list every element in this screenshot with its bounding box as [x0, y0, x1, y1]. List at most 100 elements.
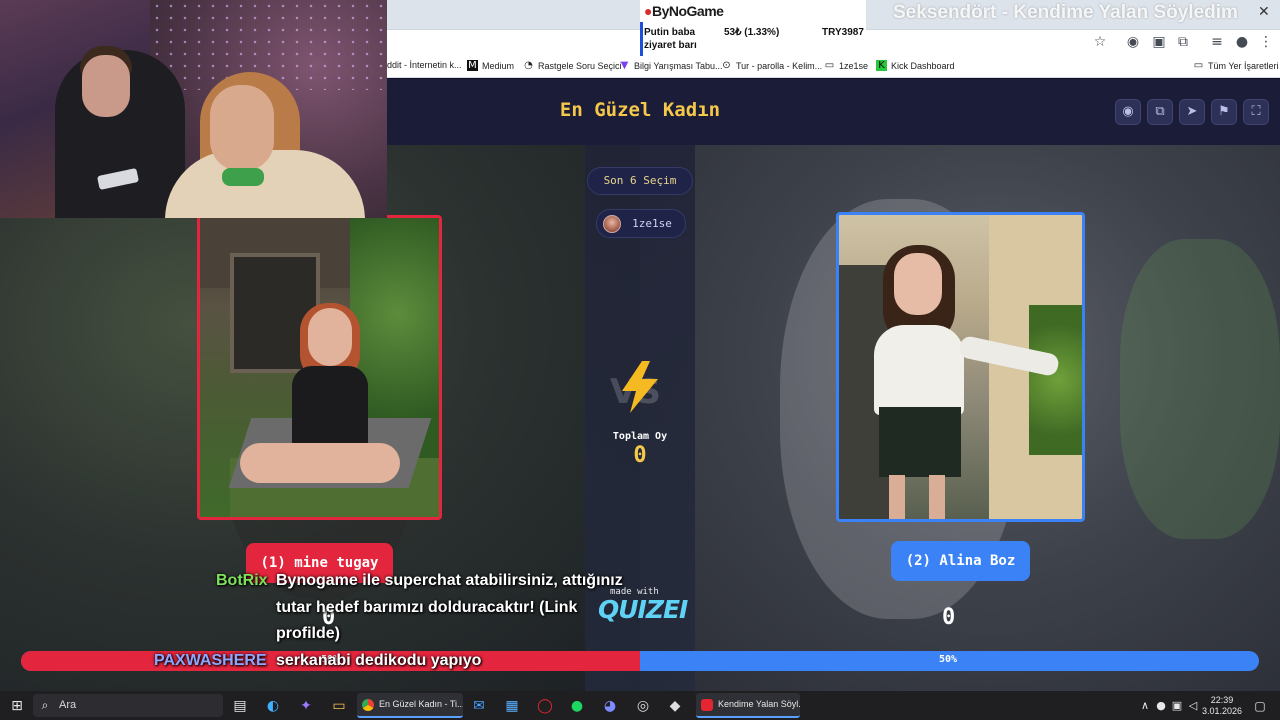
- option-1-photo[interactable]: [197, 215, 442, 520]
- chevron-up-icon[interactable]: ∧: [1138, 696, 1152, 716]
- webcam-overlay: [0, 0, 387, 218]
- obs-icon[interactable]: ◎: [634, 696, 652, 716]
- bynogame-logo-icon: ●: [644, 3, 652, 19]
- copilot-icon[interactable]: ✦: [297, 696, 315, 716]
- file-explorer-icon[interactable]: ▭: [330, 696, 348, 716]
- bookmark-label: 1ze1se: [839, 60, 869, 71]
- chat-message-line: serkanabi dedikodu yapıyo: [276, 652, 482, 669]
- task-view-icon[interactable]: ▤: [231, 696, 249, 716]
- send-icon[interactable]: ➤: [1179, 99, 1205, 125]
- store-icon[interactable]: ▦: [503, 696, 521, 716]
- discord-icon[interactable]: ◕: [601, 696, 619, 716]
- photo-legs: [240, 443, 400, 483]
- clock-date: 3.01.2026: [1201, 706, 1243, 716]
- windows-start-icon[interactable]: ⊞: [8, 696, 26, 716]
- extensions-icon[interactable]: ⧉: [1174, 33, 1192, 51]
- audio-icon[interactable]: ◉: [1124, 33, 1142, 51]
- microphone-icon[interactable]: ●: [1154, 696, 1168, 716]
- photo-face: [894, 253, 942, 315]
- taskbar-app-youtube[interactable]: Kendime Yalan Söyl...: [696, 693, 800, 718]
- bookmark-label: Medium: [482, 60, 515, 71]
- bookmark-item[interactable]: M Medium: [467, 60, 514, 71]
- eye-icon[interactable]: ◉: [1115, 99, 1141, 125]
- goal-target: TRY3987: [822, 27, 864, 38]
- taskbar: ⊞ ⌕ Ara ▤ ◐ ✦ ▭ En Güzel Kadın - Ti... ✉…: [0, 691, 1280, 720]
- bookmark-bar: ddit - İnternetin k... M Medium ◔ Rastgele…: [387, 56, 1280, 78]
- youtube-icon: [701, 699, 713, 711]
- webcam-face: [82, 55, 130, 117]
- now-playing-title: Seksendört - Kendime Yalan Söyledim: [893, 2, 1238, 23]
- star-icon[interactable]: ☆: [1091, 33, 1109, 51]
- background-shape: [1120, 239, 1280, 539]
- chat-message-line: tutar hedef barımızı dolduracaktır! (Lin…: [276, 599, 578, 616]
- bookmark-item[interactable]: ◔ Rastgele Soru Seçici: [523, 60, 622, 71]
- bookmark-item[interactable]: ddit - İnternetin k...: [387, 60, 462, 70]
- user-pill[interactable]: 1ze1se: [596, 209, 686, 238]
- chat-username: PAXWASHERE: [154, 652, 267, 669]
- option-2-button[interactable]: (2) Alina Boz: [891, 541, 1030, 581]
- search-placeholder: Ara: [59, 699, 77, 711]
- photo-leg: [889, 475, 905, 519]
- spotify-icon[interactable]: ●: [568, 696, 586, 716]
- photo-skirt: [879, 407, 961, 477]
- goal-amount: 53₺ (1.33%): [724, 27, 780, 38]
- extension-badge-icon[interactable]: ▣: [1150, 33, 1168, 51]
- taskbar-clock[interactable]: 22:39 3.01.2026: [1200, 695, 1244, 717]
- bookmark-label: Rastgele Soru Seçici: [538, 60, 622, 71]
- bookmark-label: Tur - parolla - Kelim...: [736, 60, 823, 71]
- photo-sweater: [874, 325, 964, 415]
- all-bookmarks-label: Tüm Yer İşaretleri: [1208, 60, 1279, 71]
- media-queue-icon[interactable]: ≡: [1208, 33, 1226, 51]
- bookmark-label: ddit - İnternetin k...: [387, 60, 462, 70]
- bookmark-item[interactable]: ⊙ Tur - parolla - Kelim...: [721, 60, 822, 71]
- taskbar-app-label: En Güzel Kadın - Ti...: [379, 699, 463, 709]
- fullscreen-icon[interactable]: ⛶: [1243, 99, 1269, 125]
- goal-label: Putin baba ziyaret barı: [644, 27, 697, 51]
- taskbar-app-chrome[interactable]: En Güzel Kadın - Ti...: [357, 693, 463, 718]
- notification-icon[interactable]: ▢: [1252, 696, 1268, 716]
- chrome-icon: [362, 699, 374, 711]
- option-2-photo[interactable]: [836, 212, 1085, 522]
- davinci-icon[interactable]: ◆: [666, 696, 684, 716]
- network-icon[interactable]: ▣: [1170, 696, 1184, 716]
- user-name: 1ze1se: [632, 217, 672, 230]
- bookmark-item[interactable]: ▼ Bilgi Yarışması Tabu...: [619, 60, 723, 71]
- medium-icon: M: [467, 60, 478, 71]
- screen: ☆ ◉ ▣ ⧉ ≡ ● ⋮ ddit - İnternetin k... M Me…: [0, 0, 1280, 720]
- webcam-scarf: [222, 168, 264, 186]
- bookmark-label: Kick Dashboard: [891, 60, 955, 71]
- vs-icon: VS: [610, 361, 661, 413]
- taskbar-app-label: Kendime Yalan Söyl...: [718, 699, 800, 709]
- photo-plant: [1029, 305, 1082, 455]
- chat-message-line: Bynogame ile superchat atabilirsiniz, at…: [276, 572, 623, 589]
- bookmark-item[interactable]: ▭ 1ze1se: [824, 60, 868, 71]
- donation-goal-widget: ●ByNoGame Putin baba ziyaret barı 53₺ (1…: [640, 0, 866, 56]
- bynogame-logo: ●ByNoGame: [644, 3, 724, 19]
- chat-message-line: profilde): [276, 625, 340, 642]
- bookmark-label: Bilgi Yarışması Tabu...: [634, 60, 723, 71]
- quizei-logo[interactable]: QUIZEI: [598, 595, 688, 624]
- option-2-percent: 50%: [939, 654, 958, 665]
- folder-icon: ▭: [1193, 60, 1204, 71]
- quiz-icon: ▼: [620, 60, 629, 71]
- volume-icon[interactable]: ◁: [1186, 696, 1200, 716]
- recent-choices-label: Son 6 Seçim: [603, 174, 677, 187]
- bookmark-item[interactable]: K Kick Dashboard: [876, 60, 955, 71]
- close-icon[interactable]: ✕: [1258, 4, 1270, 20]
- opera-icon[interactable]: ◯: [536, 696, 554, 716]
- copy-icon[interactable]: ⧉: [1147, 99, 1173, 125]
- webcam-face: [210, 85, 274, 171]
- goal-bar: [640, 22, 643, 56]
- profile-icon[interactable]: ●: [1233, 33, 1251, 51]
- kick-icon: K: [876, 60, 887, 71]
- edge-icon[interactable]: ◐: [264, 696, 282, 716]
- flag-icon[interactable]: ⚑: [1211, 99, 1237, 125]
- avatar: [603, 215, 621, 233]
- all-bookmarks[interactable]: ▭ Tüm Yer İşaretleri: [1193, 60, 1279, 71]
- folder-icon: ▭: [824, 60, 835, 71]
- total-votes-label: Toplam Oy: [612, 431, 668, 442]
- recent-choices-pill[interactable]: Son 6 Seçim: [587, 167, 693, 195]
- menu-icon[interactable]: ⋮: [1257, 33, 1275, 51]
- taskbar-search[interactable]: ⌕ Ara: [33, 694, 223, 717]
- mail-icon[interactable]: ✉: [470, 696, 488, 716]
